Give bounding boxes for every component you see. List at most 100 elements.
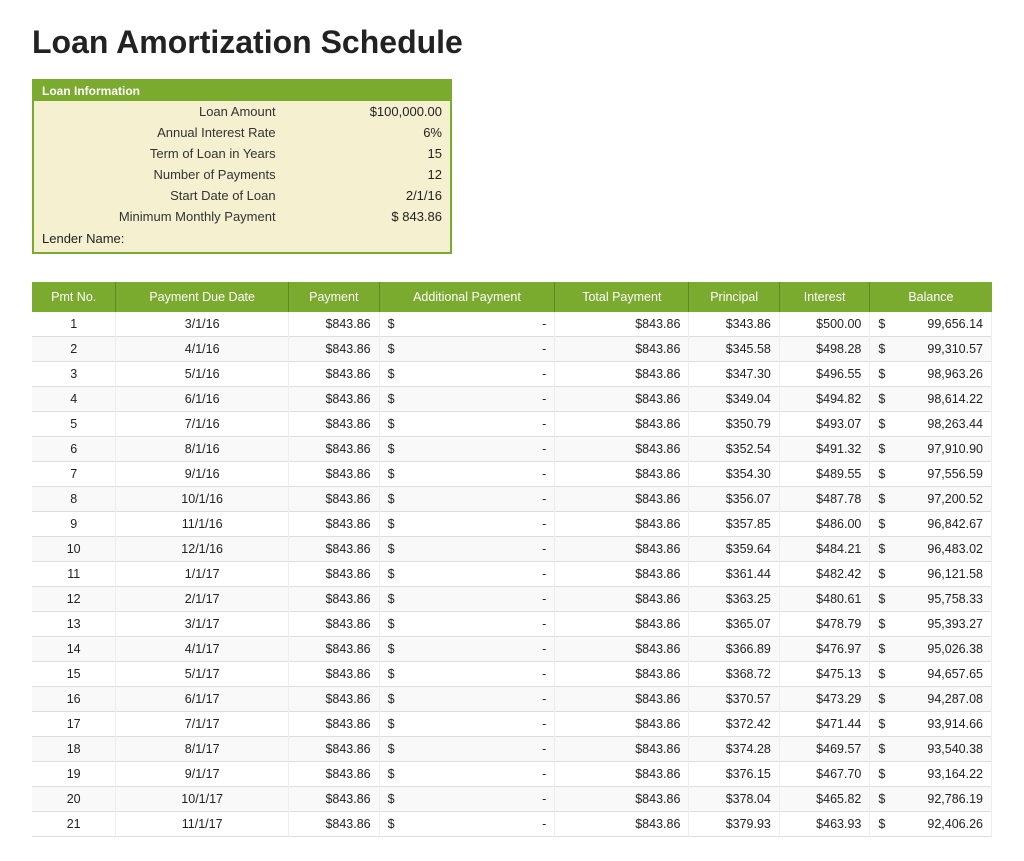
table-cell: $498.28	[779, 337, 869, 362]
balance-dollar-sign: $	[878, 467, 885, 481]
table-cell: $370.57	[689, 687, 779, 712]
table-row: 177/1/17$843.86$-$843.86$372.42$471.44$9…	[32, 712, 992, 737]
balance-value: 97,556.59	[927, 467, 983, 481]
table-cell: $843.86	[555, 712, 689, 737]
table-cell: $-	[379, 512, 555, 537]
loan-info-box: Loan Information Loan Amount$100,000.00A…	[32, 79, 452, 254]
balance-dollar-sign: $	[878, 517, 885, 531]
loan-field-label: Number of Payments	[34, 164, 284, 185]
table-cell: $93,540.38	[870, 737, 992, 762]
balance-dollar-sign: $	[878, 592, 885, 606]
table-cell: $843.86	[288, 537, 379, 562]
table-cell: $843.86	[555, 362, 689, 387]
table-cell: $843.86	[555, 537, 689, 562]
table-header: Pmt No.	[32, 282, 116, 312]
table-cell: 2/1/17	[116, 587, 289, 612]
balance-value: 95,026.38	[927, 642, 983, 656]
table-row: 13/1/16$843.86$-$843.86$343.86$500.00$99…	[32, 312, 992, 337]
table-cell: 6/1/17	[116, 687, 289, 712]
table-cell: $467.70	[779, 762, 869, 787]
table-cell: 20	[32, 787, 116, 812]
table-cell: $-	[379, 637, 555, 662]
loan-field-label: Annual Interest Rate	[34, 122, 284, 143]
table-cell: $843.86	[288, 362, 379, 387]
table-cell: $345.58	[689, 337, 779, 362]
table-row: 2010/1/17$843.86$-$843.86$378.04$465.82$…	[32, 787, 992, 812]
table-cell: $843.86	[288, 737, 379, 762]
table-cell: $843.86	[288, 712, 379, 737]
loan-field-label: Term of Loan in Years	[34, 143, 284, 164]
additional-dollar-sign: $	[388, 342, 395, 356]
loan-field-value: 2/1/16	[284, 185, 450, 206]
balance-value: 93,914.66	[927, 717, 983, 731]
table-cell: $-	[379, 662, 555, 687]
lender-name-label: Lender Name:	[34, 227, 450, 252]
balance-value: 98,614.22	[927, 392, 983, 406]
table-cell: $484.21	[779, 537, 869, 562]
table-cell: $843.86	[555, 587, 689, 612]
additional-dollar-sign: $	[388, 742, 395, 756]
table-cell: $493.07	[779, 412, 869, 437]
table-cell: 6/1/16	[116, 387, 289, 412]
table-cell: 5	[32, 412, 116, 437]
table-cell: $354.30	[689, 462, 779, 487]
table-cell: $378.04	[689, 787, 779, 812]
table-cell: $843.86	[288, 637, 379, 662]
table-row: 79/1/16$843.86$-$843.86$354.30$489.55$97…	[32, 462, 992, 487]
table-cell: 7/1/16	[116, 412, 289, 437]
table-cell: $473.29	[779, 687, 869, 712]
table-cell: $365.07	[689, 612, 779, 637]
table-row: 155/1/17$843.86$-$843.86$368.72$475.13$9…	[32, 662, 992, 687]
table-cell: 4/1/16	[116, 337, 289, 362]
table-cell: $97,200.52	[870, 487, 992, 512]
table-cell: 4/1/17	[116, 637, 289, 662]
table-cell: $-	[379, 812, 555, 837]
loan-field-label: Loan Amount	[34, 101, 284, 122]
table-cell: $843.86	[288, 687, 379, 712]
balance-dollar-sign: $	[878, 717, 885, 731]
table-cell: 5/1/16	[116, 362, 289, 387]
table-cell: $843.86	[555, 437, 689, 462]
table-row: 2111/1/17$843.86$-$843.86$379.93$463.93$…	[32, 812, 992, 837]
table-cell: 8	[32, 487, 116, 512]
table-cell: 9	[32, 512, 116, 537]
additional-amount: -	[542, 467, 546, 481]
additional-amount: -	[542, 492, 546, 506]
additional-dollar-sign: $	[388, 442, 395, 456]
table-row: 199/1/17$843.86$-$843.86$376.15$467.70$9…	[32, 762, 992, 787]
table-header: Payment Due Date	[116, 282, 289, 312]
balance-value: 94,657.65	[927, 667, 983, 681]
table-cell: $98,963.26	[870, 362, 992, 387]
table-cell: $843.86	[555, 512, 689, 537]
table-cell: $843.86	[288, 312, 379, 337]
balance-value: 98,263.44	[927, 417, 983, 431]
table-cell: 13	[32, 612, 116, 637]
table-cell: $843.86	[555, 487, 689, 512]
table-cell: $489.55	[779, 462, 869, 487]
table-cell: $368.72	[689, 662, 779, 687]
table-cell: $372.42	[689, 712, 779, 737]
table-cell: $-	[379, 687, 555, 712]
table-cell: $843.86	[288, 512, 379, 537]
additional-amount: -	[542, 642, 546, 656]
additional-amount: -	[542, 567, 546, 581]
table-cell: $-	[379, 787, 555, 812]
table-cell: $359.64	[689, 537, 779, 562]
additional-amount: -	[542, 342, 546, 356]
balance-value: 93,164.22	[927, 767, 983, 781]
table-cell: 3	[32, 362, 116, 387]
table-cell: 17	[32, 712, 116, 737]
loan-field-value: 6%	[284, 122, 450, 143]
additional-dollar-sign: $	[388, 542, 395, 556]
table-cell: $-	[379, 712, 555, 737]
table-cell: $843.86	[555, 737, 689, 762]
balance-dollar-sign: $	[878, 492, 885, 506]
table-cell: $843.86	[555, 462, 689, 487]
table-row: 188/1/17$843.86$-$843.86$374.28$469.57$9…	[32, 737, 992, 762]
page-title: Loan Amortization Schedule	[32, 24, 992, 61]
table-cell: $843.86	[555, 337, 689, 362]
table-cell: $478.79	[779, 612, 869, 637]
table-cell: $843.86	[555, 637, 689, 662]
table-cell: 11	[32, 562, 116, 587]
table-cell: $843.86	[288, 787, 379, 812]
